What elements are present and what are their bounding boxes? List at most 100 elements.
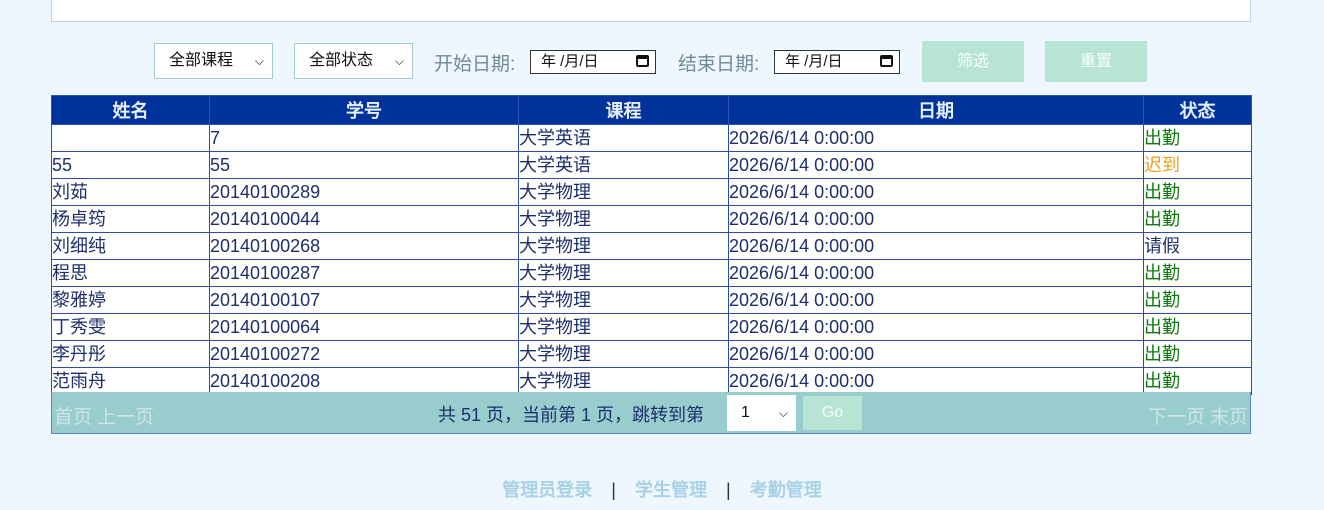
- last-page-link[interactable]: 末页: [1210, 402, 1248, 429]
- calendar-icon[interactable]: [880, 55, 893, 67]
- cell-course: 大学物理: [518, 232, 729, 260]
- page-select-value: 1: [741, 404, 750, 421]
- cell-name: 范雨舟: [51, 367, 210, 395]
- cell-student-id: 7: [209, 124, 519, 152]
- table-row: 黎雅婷 20140100107 大学物理 2026/6/14 0:00:00 出勤: [51, 286, 1252, 314]
- cell-status: 出勤: [1143, 178, 1252, 206]
- cell-course: 大学物理: [518, 367, 729, 395]
- table-row: 刘细纯 20140100268 大学物理 2026/6/14 0:00:00 请假: [51, 232, 1252, 260]
- cell-course: 大学物理: [518, 205, 729, 233]
- cell-date: 2026/6/14 0:00:00: [728, 286, 1144, 314]
- course-select-value: 全部课程: [169, 52, 234, 69]
- chevron-down-icon: ⌵: [778, 406, 788, 420]
- cell-status: 出勤: [1143, 205, 1252, 233]
- pagination-bar: 首页 上一页 共 51 页，当前第 1 页，跳转到第 1 ⌵ Go 下一页 末页: [51, 392, 1251, 434]
- footer-separator: |: [611, 480, 616, 500]
- admin-login-link[interactable]: 管理员登录: [502, 480, 592, 500]
- start-date-label: 开始日期:: [434, 54, 516, 75]
- course-select[interactable]: 全部课程 ⌵: [154, 43, 273, 79]
- column-header-date: 日期: [728, 95, 1144, 125]
- cell-status: 出勤: [1143, 259, 1252, 287]
- cell-name: 黎雅婷: [51, 286, 210, 314]
- cell-name: 李丹彤: [51, 340, 210, 368]
- reset-button[interactable]: 重置: [1045, 41, 1147, 82]
- table-row: 范雨舟 20140100208 大学物理 2026/6/14 0:00:00 出勤: [51, 367, 1252, 395]
- column-header-student-id: 学号: [209, 95, 519, 125]
- first-page-link[interactable]: 首页: [54, 402, 92, 429]
- footer-nav: 管理员登录 | 学生管理 | 考勤管理: [0, 476, 1324, 502]
- footer-separator: |: [726, 480, 731, 500]
- cell-course: 大学英语: [518, 124, 729, 152]
- cell-course: 大学英语: [518, 151, 729, 179]
- cell-student-id: 20140100107: [209, 286, 519, 314]
- cell-student-id: 20140100208: [209, 367, 519, 395]
- cell-date: 2026/6/14 0:00:00: [728, 205, 1144, 233]
- cell-status: 出勤: [1143, 286, 1252, 314]
- attendance-table: 姓名 学号 课程 日期 状态 7 大学英语 2026/6/14 0:00:00 出勤 5…: [51, 95, 1252, 395]
- end-date-input[interactable]: 年 /月/日: [774, 50, 900, 74]
- start-date-value: 年 /月/日: [541, 53, 599, 70]
- filter-bar: 全部课程 ⌵ 全部状态 ⌵ 开始日期: 年 /月/日 结束日期: 年 /月/日 …: [0, 41, 1324, 82]
- column-header-name: 姓名: [51, 95, 210, 125]
- cell-name: 刘细纯: [51, 232, 210, 260]
- cell-name: 刘茹: [51, 178, 210, 206]
- status-select[interactable]: 全部状态 ⌵: [294, 43, 413, 79]
- cell-student-id: 20140100272: [209, 340, 519, 368]
- cell-date: 2026/6/14 0:00:00: [728, 232, 1144, 260]
- cell-date: 2026/6/14 0:00:00: [728, 124, 1144, 152]
- column-header-course: 课程: [518, 95, 729, 125]
- end-date-label: 结束日期:: [678, 54, 760, 75]
- cell-student-id: 20140100268: [209, 232, 519, 260]
- cell-student-id: 20140100044: [209, 205, 519, 233]
- cell-student-id: 20140100289: [209, 178, 519, 206]
- cell-date: 2026/6/14 0:00:00: [728, 259, 1144, 287]
- end-date-value: 年 /月/日: [785, 53, 843, 70]
- table-header-row: 姓名 学号 课程 日期 状态: [51, 95, 1252, 125]
- chevron-down-icon: ⌵: [394, 54, 404, 68]
- cell-course: 大学物理: [518, 286, 729, 314]
- table-row: 杨卓筠 20140100044 大学物理 2026/6/14 0:00:00 出勤: [51, 205, 1252, 233]
- calendar-icon[interactable]: [636, 55, 649, 67]
- cell-course: 大学物理: [518, 178, 729, 206]
- cell-name: 杨卓筠: [51, 205, 210, 233]
- cell-course: 大学物理: [518, 340, 729, 368]
- table-row: 刘茹 20140100289 大学物理 2026/6/14 0:00:00 出勤: [51, 178, 1252, 206]
- cell-status: 出勤: [1143, 313, 1252, 341]
- cell-course: 大学物理: [518, 313, 729, 341]
- cell-student-id: 20140100064: [209, 313, 519, 341]
- page-info: 共 51 页，当前第 1 页，跳转到第: [438, 405, 705, 425]
- cell-date: 2026/6/14 0:00:00: [728, 313, 1144, 341]
- table-row: 丁秀雯 20140100064 大学物理 2026/6/14 0:00:00 出勤: [51, 313, 1252, 341]
- cell-course: 大学物理: [518, 259, 729, 287]
- cell-status: 出勤: [1143, 367, 1252, 395]
- cell-date: 2026/6/14 0:00:00: [728, 367, 1144, 395]
- go-button[interactable]: Go: [803, 396, 862, 430]
- cell-date: 2026/6/14 0:00:00: [728, 178, 1144, 206]
- cell-name: 丁秀雯: [51, 313, 210, 341]
- table-row: 55 55 大学英语 2026/6/14 0:00:00 迟到: [51, 151, 1252, 179]
- top-panel: [51, 0, 1251, 22]
- cell-date: 2026/6/14 0:00:00: [728, 151, 1144, 179]
- next-page-link[interactable]: 下一页: [1148, 402, 1205, 429]
- column-header-status: 状态: [1143, 95, 1252, 125]
- start-date-input[interactable]: 年 /月/日: [530, 50, 656, 74]
- cell-status: 迟到: [1143, 151, 1252, 179]
- cell-status: 出勤: [1143, 340, 1252, 368]
- cell-student-id: 20140100287: [209, 259, 519, 287]
- attendance-management-link[interactable]: 考勤管理: [750, 480, 822, 500]
- cell-date: 2026/6/14 0:00:00: [728, 340, 1144, 368]
- table-row: 程思 20140100287 大学物理 2026/6/14 0:00:00 出勤: [51, 259, 1252, 287]
- table-row: 李丹彤 20140100272 大学物理 2026/6/14 0:00:00 出勤: [51, 340, 1252, 368]
- prev-page-link[interactable]: 上一页: [97, 402, 154, 429]
- cell-name: 55: [51, 151, 210, 179]
- status-select-value: 全部状态: [309, 52, 374, 69]
- cell-name: [51, 124, 210, 152]
- table-row: 7 大学英语 2026/6/14 0:00:00 出勤: [51, 124, 1252, 152]
- filter-button[interactable]: 筛选: [922, 41, 1024, 82]
- student-management-link[interactable]: 学生管理: [635, 480, 707, 500]
- page-select[interactable]: 1 ⌵: [727, 395, 796, 431]
- cell-status: 请假: [1143, 232, 1252, 260]
- cell-student-id: 55: [209, 151, 519, 179]
- cell-name: 程思: [51, 259, 210, 287]
- cell-status: 出勤: [1143, 124, 1252, 152]
